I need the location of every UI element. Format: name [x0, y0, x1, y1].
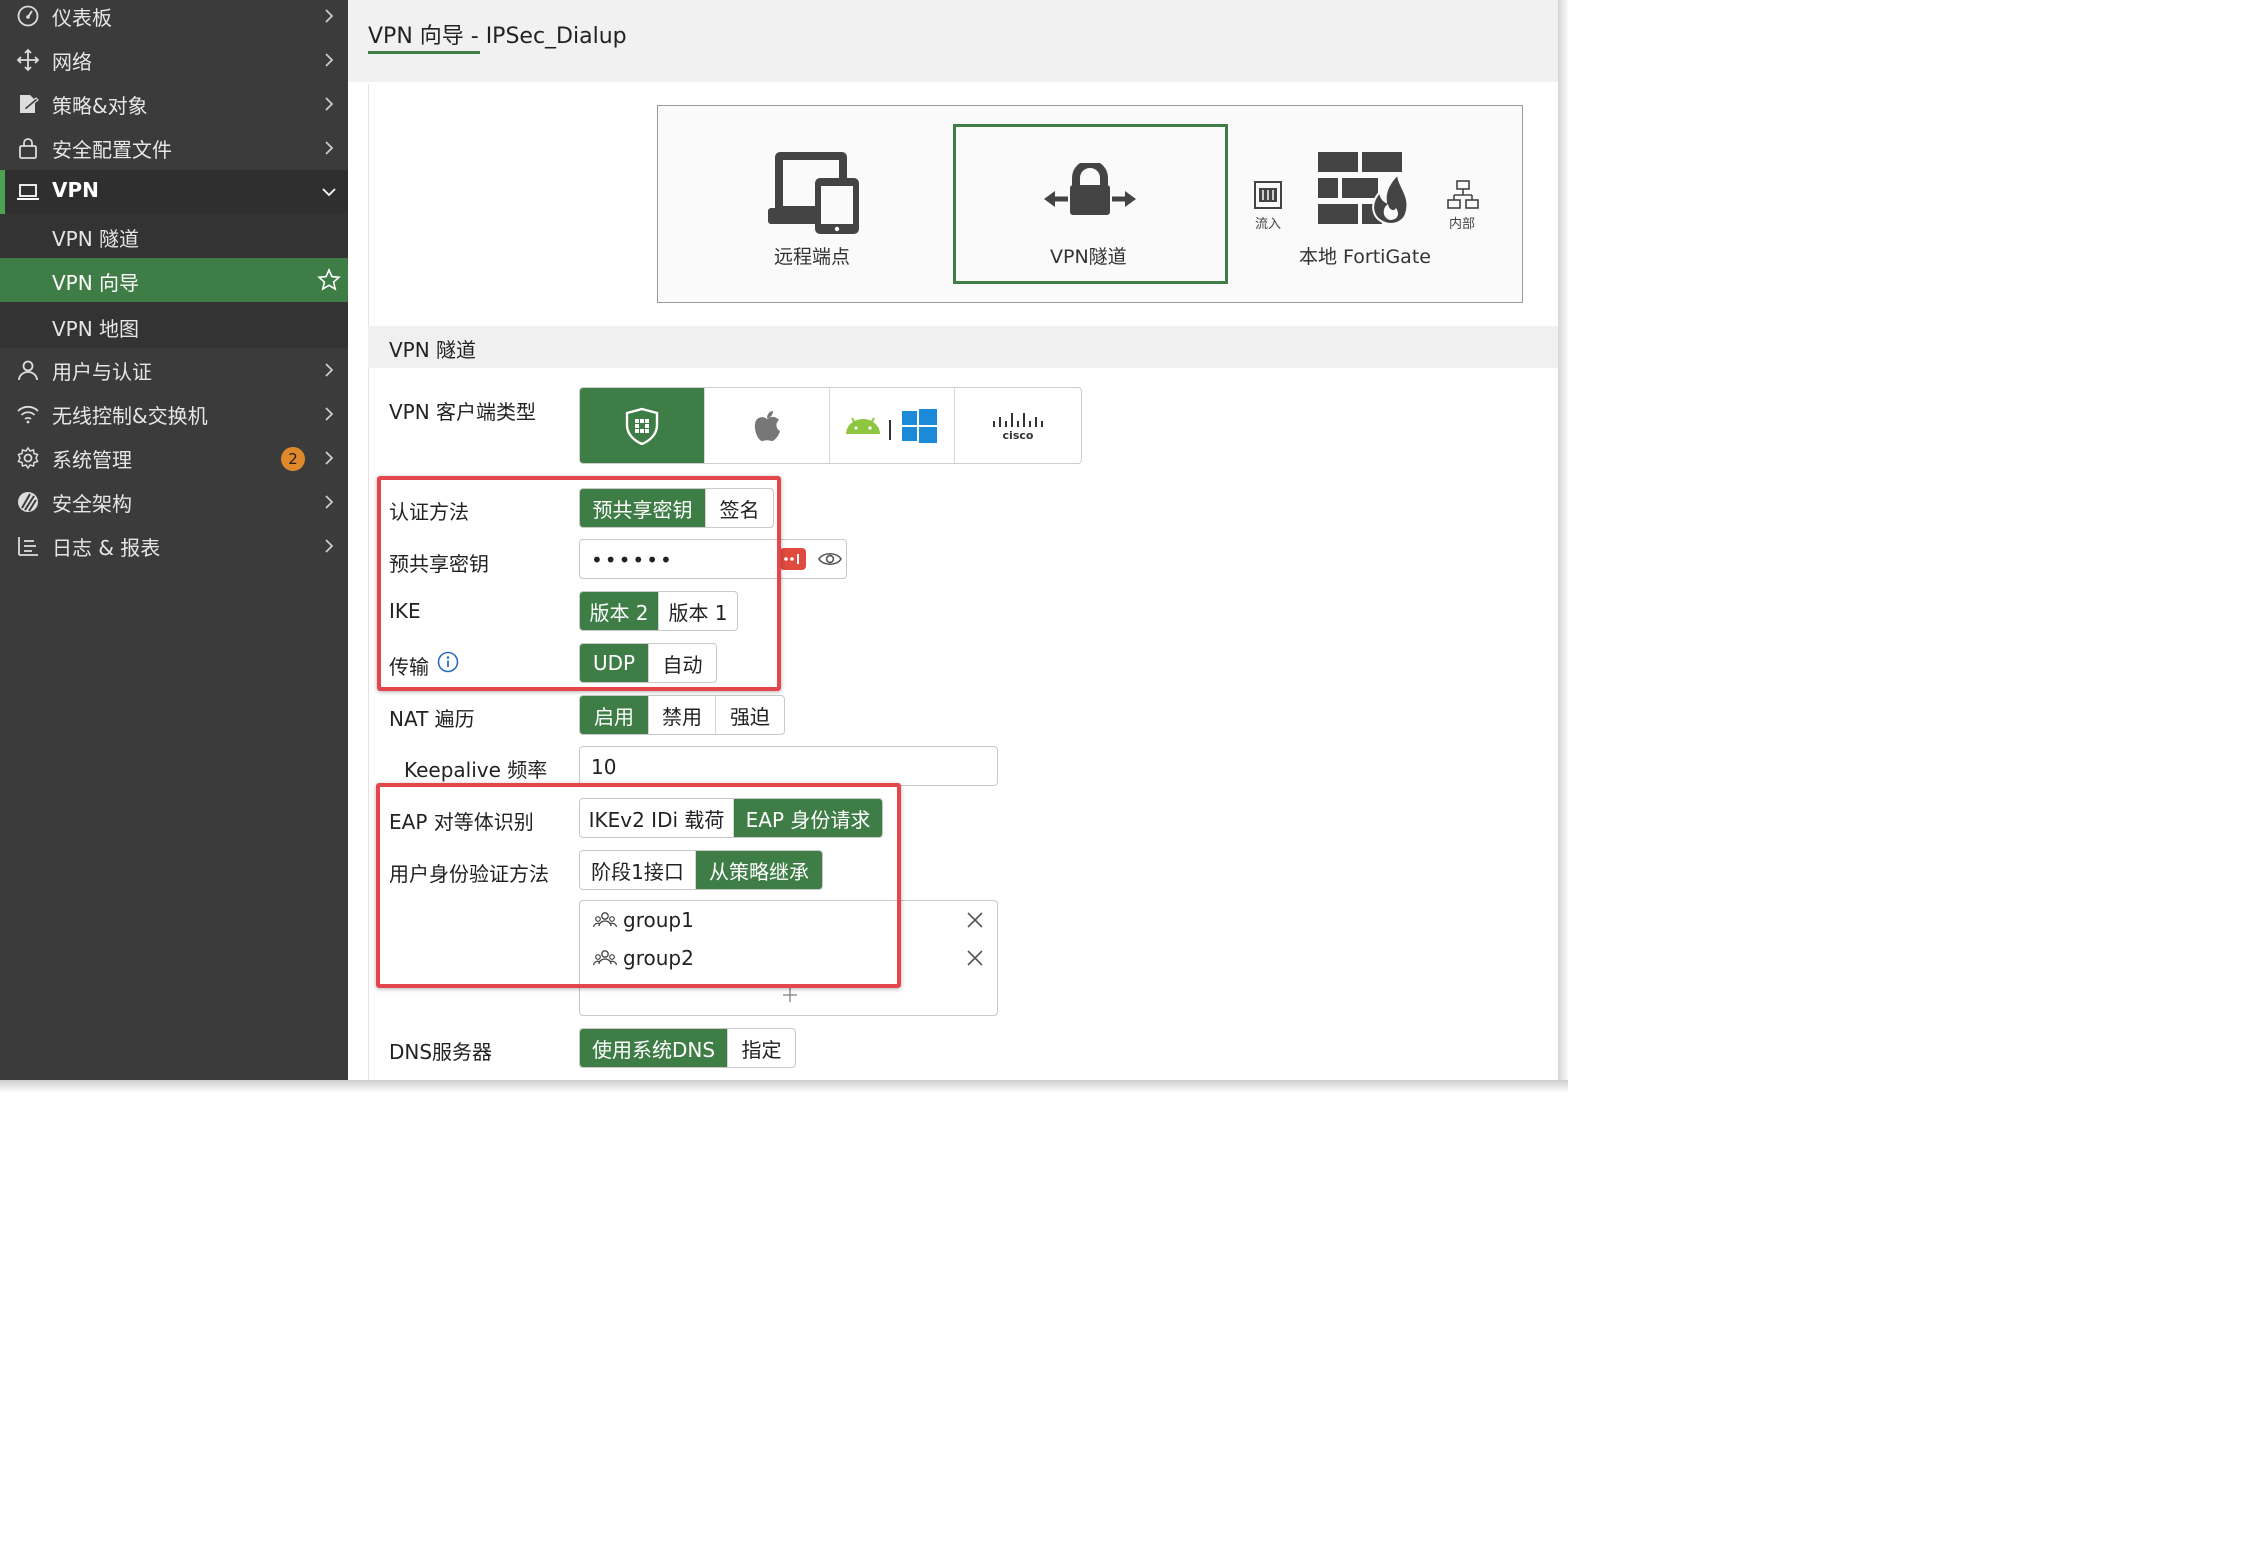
sidebar-item-system[interactable]: 系统管理 2 [0, 436, 348, 480]
sidebar-item-label: 仪表板 [52, 6, 112, 30]
sidebar-item-policy[interactable]: 策略&对象 [0, 82, 348, 126]
show-password-eye-icon[interactable] [818, 550, 842, 568]
window-edge-shadow [0, 1080, 1568, 1093]
client-type-android-windows[interactable] [830, 388, 955, 463]
apple-icon [754, 410, 780, 441]
firewall-icon [1318, 152, 1409, 226]
port-icon [1254, 181, 1282, 209]
dns-option-system[interactable]: 使用系统DNS [580, 1029, 728, 1067]
user-icon [16, 358, 40, 382]
section-header: VPN 隧道 [368, 326, 1558, 368]
policy-icon [16, 92, 40, 116]
sidebar-item-vpn[interactable]: VPN [0, 170, 348, 214]
chevron-right-icon [320, 138, 338, 158]
page-title: VPN 向导 - IPSec_Dialup [368, 24, 627, 49]
nat-option-disable[interactable]: 禁用 [649, 696, 716, 734]
keepalive-label: Keepalive 频率 [404, 758, 548, 782]
sidebar-subitem-label: VPN 向导 [52, 271, 140, 295]
client-type-apple[interactable] [705, 388, 830, 463]
remove-icon[interactable] [966, 949, 984, 967]
internal-network-icon [1447, 180, 1479, 209]
chevron-right-icon [320, 448, 338, 468]
chevron-right-icon [320, 360, 338, 380]
sidebar-item-wireless[interactable]: 无线控制&交换机 [0, 392, 348, 436]
svg-text:cisco: cisco [1002, 429, 1033, 441]
nat-option-enable[interactable]: 启用 [580, 696, 649, 734]
nat-traversal-toggle: 启用 禁用 强迫 [579, 695, 785, 735]
dns-server-toggle: 使用系统DNS 指定 [579, 1028, 796, 1068]
lock-icon [16, 136, 40, 160]
highlight-box-eap-settings [376, 783, 901, 988]
add-icon[interactable] [782, 987, 798, 1003]
sidebar-item-label: 策略&对象 [52, 94, 148, 118]
chevron-right-icon [320, 94, 338, 114]
log-icon [16, 534, 40, 558]
chevron-right-icon [320, 492, 338, 512]
sidebar-item-label: 安全配置文件 [52, 138, 172, 162]
chevron-right-icon [320, 50, 338, 70]
sidebar-item-security-fabric[interactable]: 安全架构 [0, 480, 348, 524]
android-windows-icon [846, 408, 937, 443]
internal-label: 内部 [1449, 217, 1476, 232]
client-type-forticlient[interactable] [580, 388, 705, 463]
inbound-label: 流入 [1255, 217, 1282, 232]
password-manager-icon[interactable] [780, 548, 806, 570]
vpn-lock-icon [1044, 163, 1136, 215]
sidebar-item-label: 无线控制&交换机 [52, 404, 208, 428]
sidebar-subitem-label: VPN 地图 [52, 317, 140, 341]
section-title: VPN 隧道 [389, 338, 477, 362]
cisco-logo-icon: cisco [992, 412, 1043, 441]
chevron-right-icon [320, 6, 338, 26]
sidebar-item-log-report[interactable]: 日志 & 报表 [0, 524, 348, 568]
sidebar-item-label: 网络 [52, 50, 92, 74]
keepalive-value: 10 [591, 755, 617, 779]
sidebar-item-label: VPN [52, 178, 99, 202]
sidebar-subitem-vpn-map[interactable]: VPN 地图 [0, 302, 348, 348]
dns-server-label: DNS服务器 [389, 1040, 493, 1064]
keepalive-input[interactable]: 10 [579, 746, 998, 786]
remove-icon[interactable] [966, 911, 984, 929]
vpn-topology-diagram: 远程端点 VPN隧道 流入 本地 FortiGate 内部 [657, 105, 1523, 303]
sidebar-item-label: 用户与认证 [52, 360, 152, 384]
vpn-tunnel-node: VPN隧道 [953, 124, 1228, 284]
sidebar-subitem-vpn-tunnels[interactable]: VPN 隧道 [0, 214, 348, 258]
vpn-tunnel-label: VPN隧道 [1050, 246, 1127, 268]
security-fabric-icon [16, 490, 40, 514]
sidebar-item-dashboard[interactable]: 仪表板 [0, 0, 348, 38]
sidebar-subitem-label: VPN 隧道 [52, 227, 140, 251]
active-indicator [0, 170, 5, 214]
notification-badge: 2 [281, 447, 305, 471]
client-type-label: VPN 客户端类型 [389, 400, 537, 424]
dashboard-icon [16, 4, 40, 28]
title-underline [368, 51, 480, 54]
star-icon[interactable] [317, 268, 341, 292]
forticlient-shield-icon [625, 407, 659, 445]
window-edge-shadow [1558, 0, 1568, 1093]
local-fortigate-label: 本地 FortiGate [1299, 246, 1431, 268]
sidebar-subitem-vpn-wizard[interactable]: VPN 向导 [0, 258, 348, 302]
laptop-icon [16, 180, 40, 204]
gear-icon [16, 446, 40, 470]
chevron-right-icon [320, 536, 338, 556]
wifi-icon [16, 402, 40, 426]
sidebar: 仪表板 网络 策略&对象 安全配置文件 VPN VPN 隧道 VPN 向导 VP… [0, 0, 348, 1080]
sidebar-item-label: 日志 & 报表 [52, 536, 161, 560]
network-icon [16, 48, 40, 72]
remote-endpoint-label: 远程端点 [774, 246, 851, 268]
remote-devices-icon [768, 152, 859, 234]
sidebar-item-network[interactable]: 网络 [0, 38, 348, 82]
chevron-right-icon [320, 404, 338, 424]
page-header: VPN 向导 - IPSec_Dialup [348, 0, 1558, 82]
nat-traversal-label: NAT 遍历 [389, 707, 475, 731]
sidebar-item-security-profiles[interactable]: 安全配置文件 [0, 126, 348, 170]
nat-option-forced[interactable]: 强迫 [716, 696, 784, 734]
chevron-down-icon [320, 182, 338, 202]
client-type-selector: cisco [579, 387, 1082, 464]
sidebar-item-label: 系统管理 [52, 448, 132, 472]
dns-option-specify[interactable]: 指定 [728, 1029, 795, 1067]
sidebar-item-label: 安全架构 [52, 492, 132, 516]
client-type-cisco[interactable]: cisco [955, 388, 1080, 463]
highlight-box-auth-settings [377, 476, 781, 691]
sidebar-item-user-auth[interactable]: 用户与认证 [0, 348, 348, 392]
